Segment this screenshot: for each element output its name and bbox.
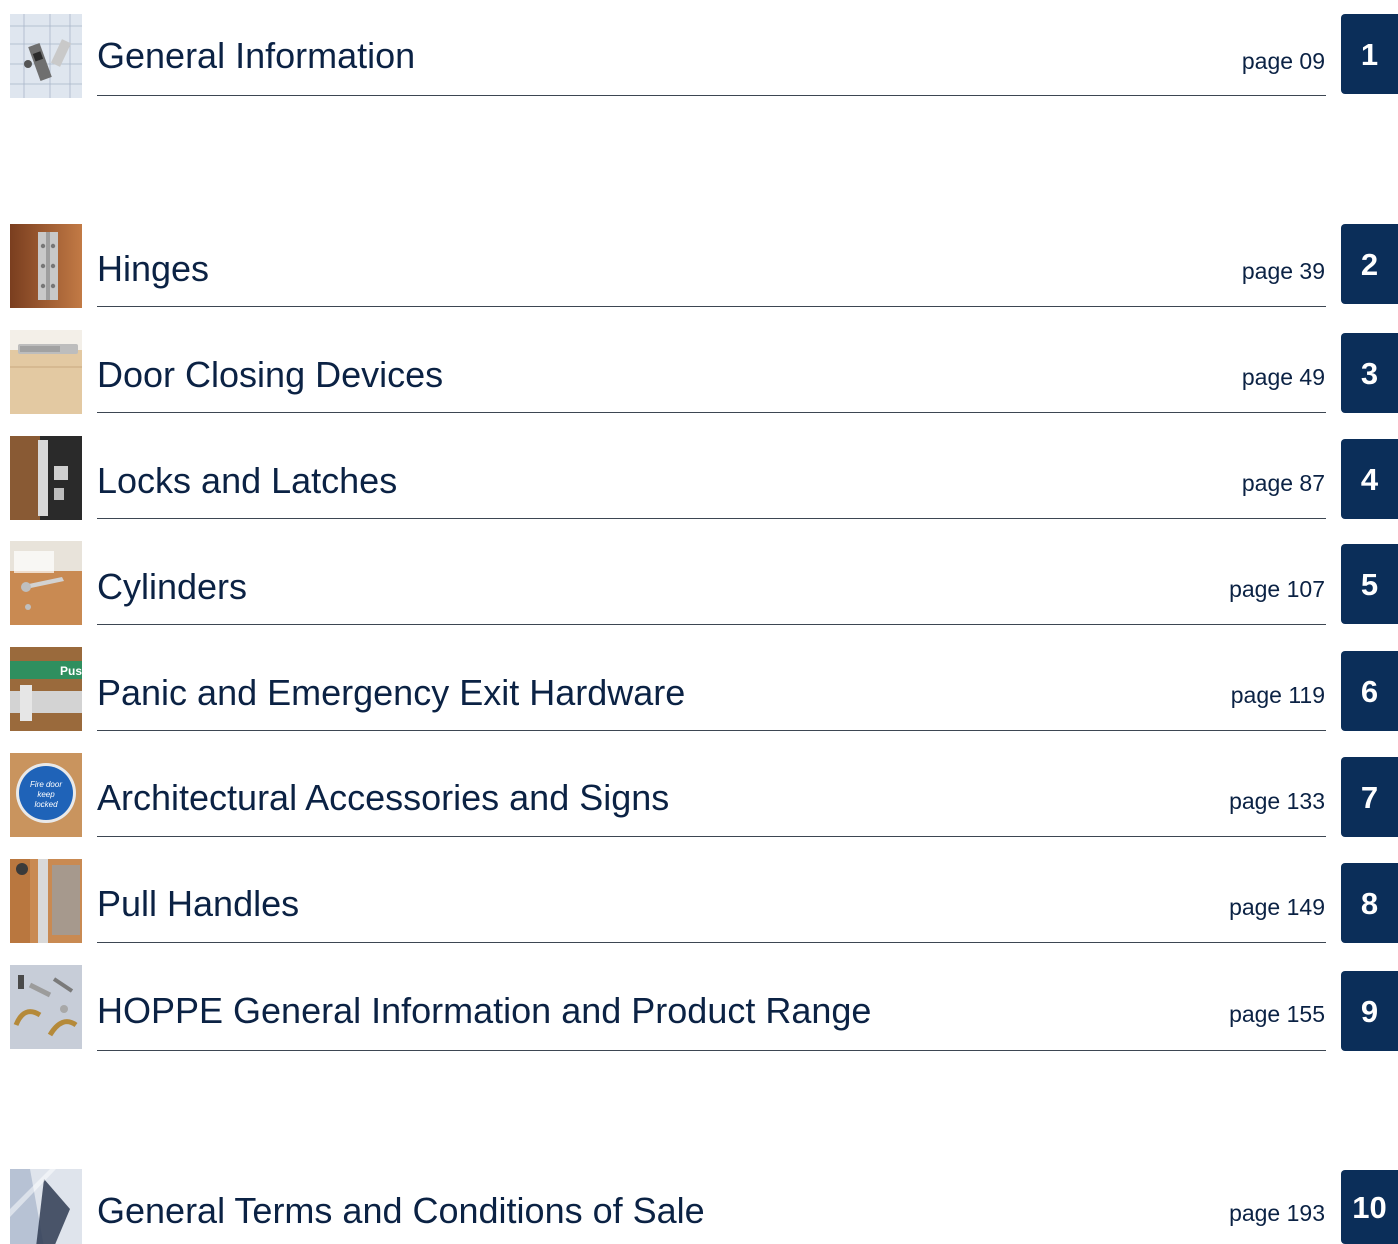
plans-and-hardware-thumbnail (10, 14, 82, 98)
section-title: General Terms and Conditions of Sale (97, 1190, 705, 1231)
divider (97, 306, 1326, 307)
divider (97, 412, 1326, 413)
divider (97, 730, 1326, 731)
page-reference: page 155 (1229, 1001, 1325, 1027)
section-number-tab[interactable]: 1 (1341, 14, 1398, 94)
divider (97, 1050, 1326, 1051)
handles-assortment-thumbnail (10, 965, 82, 1049)
divider (97, 836, 1326, 837)
divider (97, 95, 1326, 96)
section-number-tab[interactable]: 9 (1341, 971, 1398, 1051)
section-title: Architectural Accessories and Signs (97, 777, 670, 818)
section-number-tab[interactable]: 10 (1341, 1170, 1398, 1244)
divider (97, 624, 1326, 625)
section-title: Panic and Emergency Exit Hardware (97, 672, 686, 713)
page-reference: page 87 (1241, 470, 1325, 496)
page-reference: page 49 (1241, 364, 1325, 390)
section-number-tab[interactable]: 8 (1341, 863, 1398, 943)
section-number-tab[interactable]: 5 (1341, 544, 1398, 624)
section-title: HOPPE General Information and Product Ra… (97, 990, 872, 1031)
section-title: Hinges (97, 248, 210, 289)
section-number-tab[interactable]: 3 (1341, 333, 1398, 413)
section-title: Locks and Latches (97, 460, 398, 501)
folder-thumbnail (10, 1166, 82, 1244)
pull-handle-thumbnail (10, 859, 82, 943)
push-bar-thumbnail: Pus (10, 647, 82, 731)
push-sign-text: Pus (60, 664, 82, 678)
lock-thumbnail (10, 436, 82, 520)
fire-door-sign-thumbnail: Fire door keep locked (10, 753, 82, 837)
page-reference: page 149 (1229, 894, 1325, 920)
fire-door-sign-text: Fire door (30, 780, 62, 789)
section-number-tab[interactable]: 7 (1341, 757, 1398, 837)
section-number-tab[interactable]: 4 (1341, 439, 1398, 519)
section-number-tab[interactable]: 6 (1341, 651, 1398, 731)
page-reference: page 107 (1229, 576, 1325, 602)
page-reference: page 09 (1241, 48, 1325, 74)
section-number-tab[interactable]: 2 (1341, 224, 1398, 304)
fire-door-sign-text: keep (37, 790, 55, 799)
door-closer-thumbnail (10, 330, 82, 414)
page-reference: page 39 (1241, 258, 1325, 284)
page-reference: page 119 (1230, 682, 1325, 708)
section-title: Cylinders (97, 566, 248, 607)
page-reference: page 193 (1229, 1200, 1325, 1226)
fire-door-sign-text: locked (34, 800, 58, 809)
section-title: Pull Handles (97, 883, 300, 924)
divider (97, 942, 1326, 943)
section-title: Door Closing Devices (97, 354, 444, 395)
divider (97, 518, 1326, 519)
section-title: General Information (97, 35, 416, 76)
hinge-thumbnail (10, 224, 82, 308)
page-reference: page 133 (1229, 788, 1325, 814)
door-handle-thumbnail (10, 541, 82, 625)
